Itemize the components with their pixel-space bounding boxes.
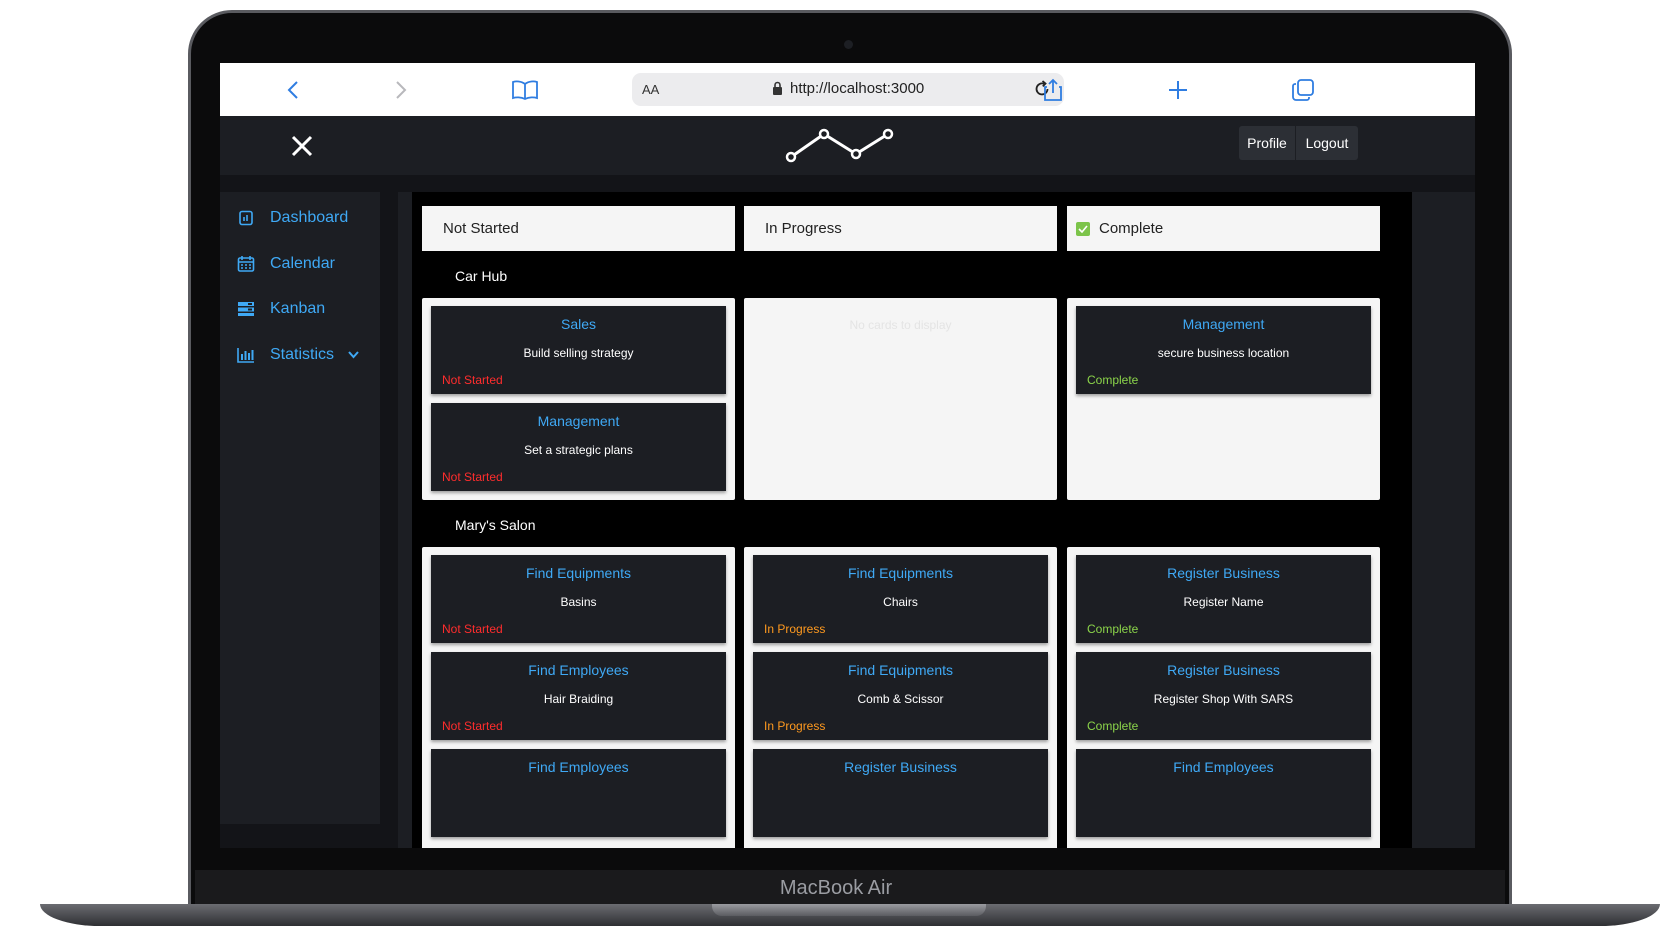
card-status: Complete [1087,622,1139,636]
kanban-card[interactable]: Management Set a strategic plans Not Sta… [431,403,726,491]
card-title: Find Employees [528,662,629,678]
kanban-card[interactable]: Find Employees [431,749,726,837]
kanban-card[interactable]: Find Equipments Chairs In Progress [753,555,1048,643]
kanban-card[interactable]: Find Employees [1076,749,1371,837]
column-label: In Progress [765,220,842,237]
column-header-not-started: Not Started [422,206,735,251]
lane-not-started: Sales Build selling strategy Not Started… [422,298,735,500]
check-icon [1076,221,1090,236]
lane-in-progress: No cards to display [744,298,1057,500]
kanban-icon [236,299,256,319]
card-status: In Progress [764,719,826,733]
browser-toolbar: AA http://localhost:3000 [220,63,1475,116]
screen: AA http://localhost:3000 Profile Logout [220,63,1475,848]
column-header-complete: Complete [1067,206,1380,251]
sidebar-item-label: Kanban [270,300,326,317]
card-description: Register Name [1183,595,1264,609]
card-title: Find Employees [528,759,629,775]
forward-icon[interactable] [386,75,416,105]
camera-icon [844,40,853,49]
kanban-card[interactable]: Register Business Register Shop With SAR… [1076,652,1371,740]
card-description: Build selling strategy [523,346,634,360]
card-title: Management [1182,316,1265,332]
card-title: Register Business [844,759,957,775]
chevron-down-icon[interactable] [348,351,359,359]
main-content: Not Started In Progress Complete Car Hub… [398,192,1475,848]
card-title: Find Employees [1173,759,1274,775]
lock-icon [772,81,783,101]
sidebar-item-calendar[interactable]: Calendar [236,251,335,277]
kanban-card[interactable]: Find Equipments Basins Not Started [431,555,726,643]
logo-icon[interactable] [785,126,895,169]
card-title: Register Business [1167,565,1280,581]
dashboard-icon [236,208,256,228]
sidebar: Dashboard Calendar Kanban Statistics [220,192,380,824]
kanban-card[interactable]: Register Business [753,749,1048,837]
card-status: Not Started [442,719,503,733]
address-bar[interactable]: AA http://localhost:3000 [632,73,1064,106]
sidebar-item-kanban[interactable]: Kanban [236,296,325,322]
empty-lane-text: No cards to display [849,318,952,332]
brand-label: MacBook Air [779,877,893,899]
card-description: Register Shop With SARS [1153,692,1294,706]
card-status: Complete [1087,719,1139,733]
column-header-in-progress: In Progress [744,206,1057,251]
card-description: Chairs [883,595,918,609]
kanban-board: Not Started In Progress Complete Car Hub… [412,192,1412,848]
column-label: Not Started [443,220,519,237]
lane-in-progress: Find Equipments Chairs In Progress Find … [744,547,1057,848]
profile-button[interactable]: Profile [1239,126,1295,160]
sidebar-item-label: Dashboard [270,209,349,226]
lane-not-started: Find Equipments Basins Not Started Find … [422,547,735,848]
bookmarks-icon[interactable] [510,75,540,105]
sidebar-item-statistics[interactable]: Statistics [236,342,359,368]
kanban-card[interactable]: Sales Build selling strategy Not Started [431,306,726,394]
card-description: Basins [560,595,597,609]
url-text: http://localhost:3000 [790,80,925,97]
calendar-icon [236,254,256,274]
laptop-notch [712,904,986,916]
sidebar-item-label: Statistics [270,346,335,363]
card-title: Sales [560,316,597,332]
text-size-button[interactable]: AA [642,82,659,97]
card-status: Not Started [442,373,503,387]
column-label: Complete [1099,220,1164,237]
card-description: secure business location [1157,346,1290,360]
card-description: Hair Braiding [543,692,614,706]
card-status: Not Started [442,622,503,636]
card-title: Find Equipments [847,662,954,678]
app-header: Profile Logout [220,116,1475,175]
bar-chart-icon [236,345,256,365]
sidebar-item-dashboard[interactable]: Dashboard [236,205,348,231]
card-title: Find Equipments [525,565,632,581]
card-description: Comb & Scissor [857,692,944,706]
card-status: Not Started [442,470,503,484]
logout-button[interactable]: Logout [1296,126,1358,160]
lane-complete: Register Business Register Name Complete… [1067,547,1380,848]
share-icon[interactable] [1038,75,1068,105]
card-description: Set a strategic plans [524,443,633,457]
kanban-card[interactable]: Register Business Register Name Complete [1076,555,1371,643]
card-status: Complete [1087,373,1139,387]
lane-complete: Management secure business location Comp… [1067,298,1380,500]
back-icon[interactable] [278,75,308,105]
close-icon[interactable] [288,132,316,160]
tabs-icon[interactable] [1288,75,1318,105]
kanban-card[interactable]: Find Equipments Comb & Scissor In Progre… [753,652,1048,740]
group-title: Mary's Salon [455,517,536,533]
card-status: In Progress [764,622,826,636]
new-tab-icon[interactable] [1163,75,1193,105]
sidebar-item-label: Calendar [270,255,335,272]
card-title: Find Equipments [847,565,954,581]
kanban-card[interactable]: Find Employees Hair Braiding Not Started [431,652,726,740]
card-title: Management [537,413,620,429]
card-title: Register Business [1167,662,1280,678]
kanban-card[interactable]: Management secure business location Comp… [1076,306,1371,394]
group-title: Car Hub [455,268,508,284]
